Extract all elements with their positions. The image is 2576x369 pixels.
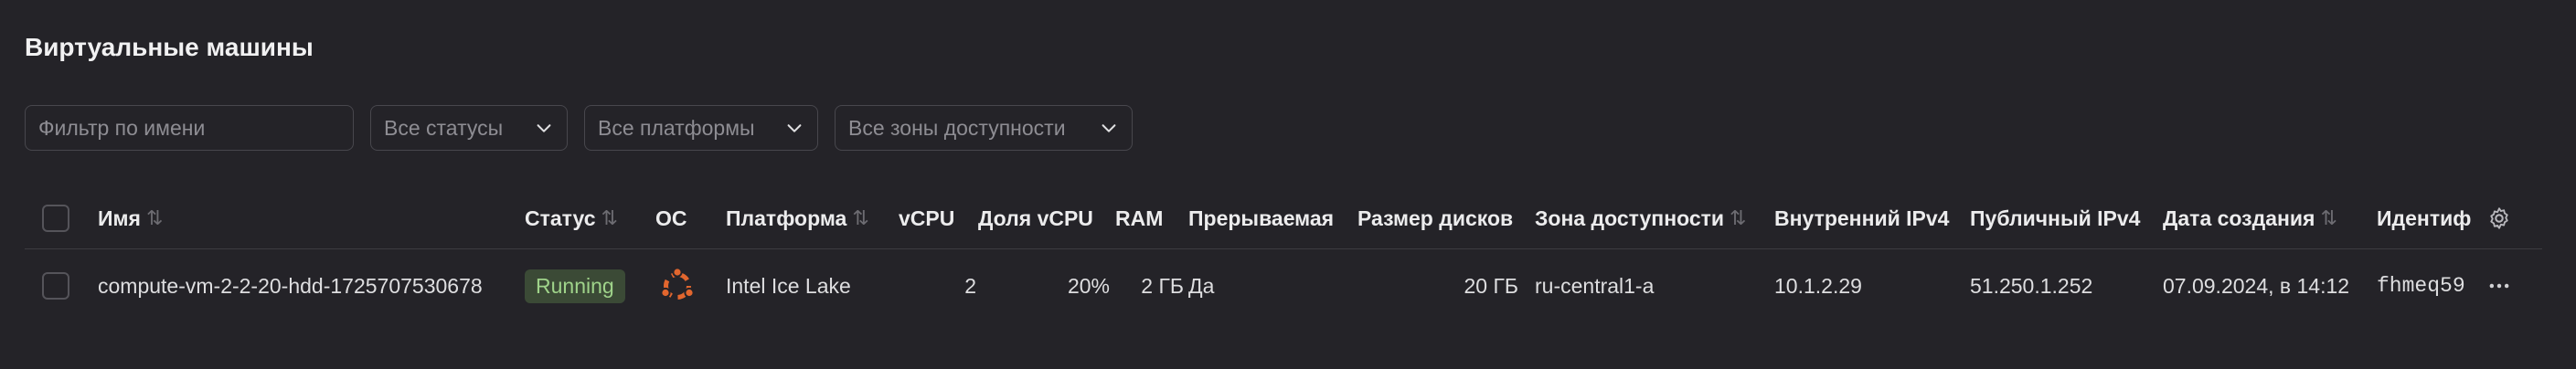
disk-size-value: 20 ГБ	[1464, 273, 1518, 298]
gear-icon	[2490, 207, 2508, 229]
column-header-status[interactable]: Статус ⇅	[525, 188, 618, 248]
column-header-ram: RAM	[1115, 188, 1163, 248]
column-platform-label: Платформа	[726, 206, 847, 230]
column-header-vcpu: vCPU	[899, 188, 954, 248]
column-internal-ipv4-label: Внутренний IPv4	[1774, 206, 1950, 230]
column-status-label: Статус	[525, 206, 596, 230]
vcpu-share-value: 20%	[1067, 273, 1110, 298]
row-actions-button[interactable]	[2486, 249, 2512, 322]
sort-icon: ⇅	[1730, 206, 1747, 229]
created-value: 07.09.2024, в 14:12	[2163, 273, 2350, 298]
column-ram-label: RAM	[1115, 206, 1164, 230]
filter-bar: Фильтр по имени Все статусы Все платформ…	[25, 105, 1133, 151]
column-header-internal-ipv4: Внутренний IPv4	[1774, 188, 1949, 248]
column-header-vcpu-share: Доля vCPU	[978, 188, 1093, 248]
os-cell	[657, 249, 697, 322]
sort-icon: ⇅	[145, 206, 164, 229]
name-filter-input[interactable]: Фильтр по имени	[25, 105, 354, 151]
row-checkbox[interactable]	[42, 272, 69, 300]
select-all-cell	[42, 188, 69, 248]
column-created-label: Дата создания	[2163, 206, 2315, 230]
column-header-preemptible: Прерываемая	[1188, 188, 1334, 248]
table-row[interactable]: compute-vm-2-2-20-hdd-1725707530678 Runn…	[25, 249, 2542, 322]
vm-id-value: fhmeq59	[2377, 274, 2465, 298]
status-filter-value: Все статусы	[384, 115, 504, 140]
sort-icon: ⇅	[852, 206, 869, 229]
zone-filter-value: Все зоны доступности	[848, 115, 1066, 140]
status-badge: Running	[525, 269, 625, 303]
column-header-disk-size: Размер дисков	[1357, 188, 1513, 248]
chevron-down-icon	[787, 124, 802, 132]
column-vcpu-label: vCPU	[899, 206, 955, 230]
preemptible-value: Да	[1188, 273, 1215, 298]
name-filter-placeholder: Фильтр по имени	[38, 115, 206, 140]
internal-ipv4-value: 10.1.2.29	[1774, 273, 1862, 298]
status-cell: Running	[525, 249, 625, 322]
column-header-platform[interactable]: Платформа ⇅	[726, 188, 869, 248]
column-id-label: Идентиф	[2377, 206, 2472, 230]
column-header-public-ipv4: Публичный IPv4	[1970, 188, 2140, 248]
platform-filter-value: Все платформы	[598, 115, 755, 140]
zone-value: ru-central1-a	[1535, 273, 1655, 298]
column-name-label: Имя	[98, 206, 141, 230]
ram-value: 2 ГБ	[1141, 273, 1184, 298]
vcpu-value: 2	[964, 273, 976, 298]
more-dots-icon	[2489, 283, 2509, 289]
chevron-down-icon	[1102, 124, 1116, 132]
vm-table: Имя ⇅ Статус ⇅ ОС Платформа ⇅ vCPU Доля vCP…	[25, 188, 2542, 322]
column-settings-button[interactable]	[2486, 188, 2512, 248]
chevron-down-icon	[537, 124, 551, 132]
column-os-label: ОС	[655, 206, 687, 230]
column-header-zone[interactable]: Зона доступности ⇅	[1535, 188, 1746, 248]
column-disk-size-label: Размер дисков	[1357, 206, 1514, 230]
column-header-created[interactable]: Дата создания ⇅	[2163, 188, 2337, 248]
column-preemptible-label: Прерываемая	[1188, 206, 1335, 230]
status-filter-select[interactable]: Все статусы	[370, 105, 568, 151]
row-select-cell	[42, 249, 69, 322]
vm-name-link[interactable]: compute-vm-2-2-20-hdd-1725707530678	[98, 249, 483, 322]
ubuntu-icon	[660, 267, 695, 300]
sort-icon: ⇅	[2320, 206, 2337, 229]
platform-value: Intel Ice Lake	[726, 273, 851, 298]
platform-filter-select[interactable]: Все платформы	[584, 105, 818, 151]
column-vcpu-share-label: Доля vCPU	[978, 206, 1093, 230]
public-ipv4-value: 51.250.1.252	[1970, 273, 2093, 298]
column-zone-label: Зона доступности	[1535, 206, 1725, 230]
column-header-id: Идентиф	[2377, 188, 2477, 248]
column-header-name[interactable]: Имя ⇅	[98, 188, 163, 248]
column-public-ipv4-label: Публичный IPv4	[1970, 206, 2141, 230]
sort-icon: ⇅	[601, 206, 618, 229]
page-title: Виртуальные машины	[25, 33, 314, 61]
zone-filter-select[interactable]: Все зоны доступности	[835, 105, 1133, 151]
vm-list-page: Виртуальные машины Фильтр по имени Все с…	[0, 0, 2576, 369]
select-all-checkbox[interactable]	[42, 205, 69, 232]
column-header-os: ОС	[655, 188, 687, 248]
table-header: Имя ⇅ Статус ⇅ ОС Платформа ⇅ vCPU Доля vCP…	[25, 188, 2542, 249]
